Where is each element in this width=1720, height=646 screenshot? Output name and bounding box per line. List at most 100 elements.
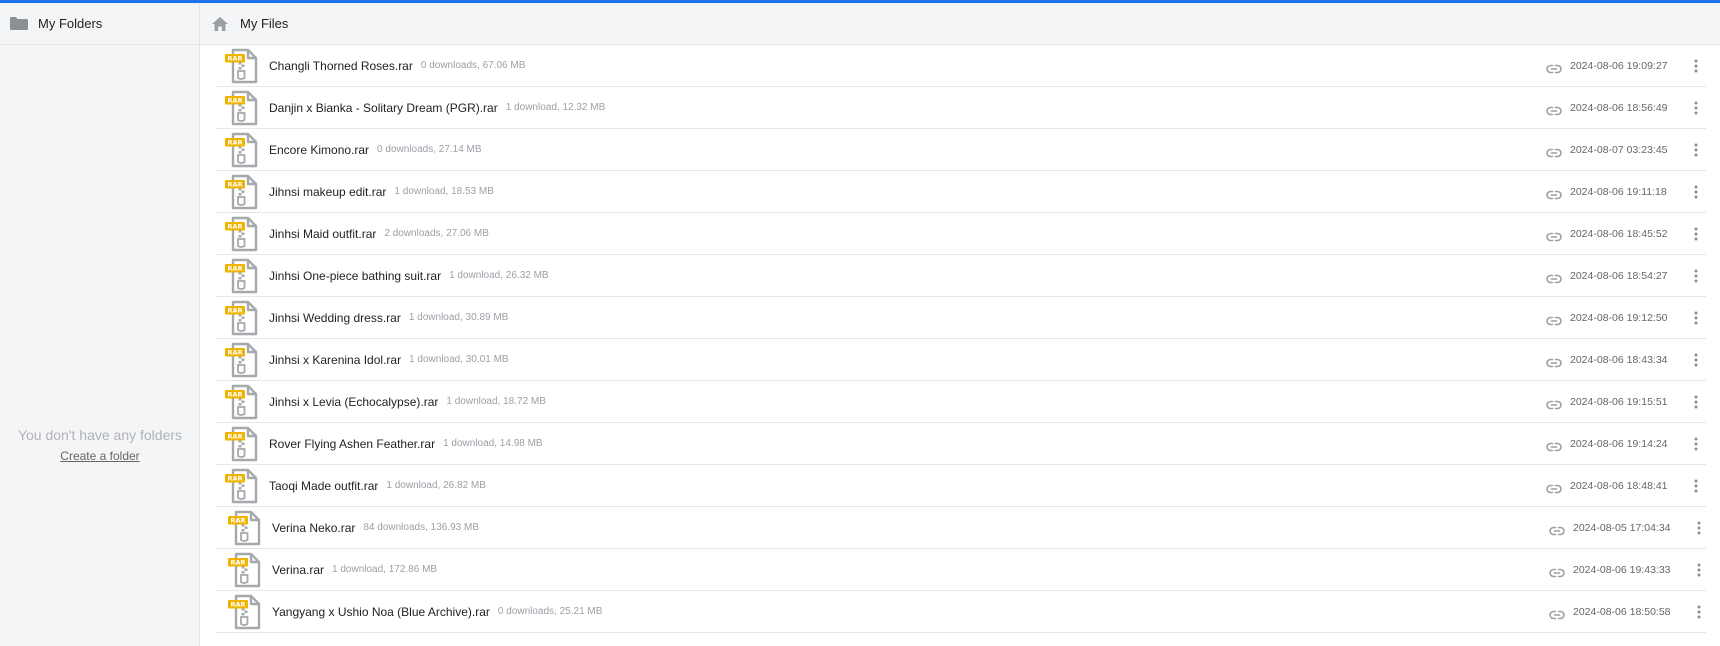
link-icon[interactable] <box>1546 313 1562 326</box>
more-vertical-icon[interactable] <box>1688 394 1704 410</box>
file-meta: 1 download, 30.01 MB <box>409 354 509 365</box>
home-icon[interactable] <box>212 16 228 31</box>
file-row[interactable]: RAR Jihnsi makeup edit.rar 1 download, 18.… <box>216 171 1706 213</box>
folders-sidebar: My Folders You don't have any folders Cr… <box>0 3 200 646</box>
file-row[interactable]: RAR Jinhsi x Karenina Idol.rar 1 download,… <box>216 339 1706 381</box>
file-name[interactable]: Encore Kimono.rar <box>269 143 369 157</box>
link-icon[interactable] <box>1546 145 1562 158</box>
file-meta: 1 download, 18.53 MB <box>394 186 494 197</box>
rar-file-icon: RAR <box>225 258 259 294</box>
rar-file-icon: RAR <box>225 90 259 126</box>
breadcrumb-title[interactable]: My Files <box>240 16 288 31</box>
file-name[interactable]: Jinhsi Wedding dress.rar <box>269 311 401 325</box>
more-vertical-icon[interactable] <box>1688 58 1704 74</box>
create-folder-link[interactable]: Create a folder <box>60 449 139 463</box>
svg-text:RAR: RAR <box>227 390 242 398</box>
file-meta: 84 downloads, 136.93 MB <box>363 522 480 533</box>
file-row[interactable]: RAR Taoqi Made outfit.rar 1 download, 26.8… <box>216 465 1706 507</box>
file-row[interactable]: RAR Changli Thorned Roses.rar 0 downloads,… <box>216 45 1706 87</box>
file-name[interactable]: Jihnsi makeup edit.rar <box>269 185 386 199</box>
link-icon[interactable] <box>1549 565 1565 578</box>
file-actions: 2024-08-06 19:11:18 <box>1546 171 1706 213</box>
file-meta: 1 download, 26.82 MB <box>386 480 486 491</box>
file-row[interactable]: RAR Jinhsi Maid outfit.rar 2 downloads, 27… <box>216 213 1706 255</box>
link-icon[interactable] <box>1546 481 1562 494</box>
more-vertical-icon[interactable] <box>1688 226 1704 242</box>
file-date: 2024-08-06 19:15:51 <box>1570 396 1668 408</box>
file-date: 2024-08-06 19:12:50 <box>1570 312 1668 324</box>
svg-text:RAR: RAR <box>230 516 245 524</box>
link-icon[interactable] <box>1546 103 1562 116</box>
file-name[interactable]: Jinhsi One-piece bathing suit.rar <box>269 269 441 283</box>
svg-text:RAR: RAR <box>230 558 245 566</box>
file-name[interactable]: Jinhsi x Levia (Echocalypse).rar <box>269 395 438 409</box>
rar-file-icon: RAR <box>225 132 259 168</box>
svg-text:RAR: RAR <box>227 474 242 482</box>
rar-file-icon: RAR <box>228 552 262 588</box>
more-vertical-icon[interactable] <box>1688 436 1704 452</box>
more-vertical-icon[interactable] <box>1688 184 1704 200</box>
more-vertical-icon[interactable] <box>1688 100 1704 116</box>
file-date: 2024-08-07 03:23:45 <box>1570 144 1668 156</box>
more-vertical-icon[interactable] <box>1688 268 1704 284</box>
file-row[interactable]: RAR Danjin x Bianka - Solitary Dream (PGR… <box>216 87 1706 129</box>
file-actions: 2024-08-06 18:45:52 <box>1546 213 1706 255</box>
file-name[interactable]: Verina.rar <box>272 563 324 577</box>
file-actions: 2024-08-06 18:43:34 <box>1546 339 1706 381</box>
more-vertical-icon[interactable] <box>1691 604 1707 620</box>
link-icon[interactable] <box>1549 607 1565 620</box>
file-actions: 2024-08-06 18:54:27 <box>1546 255 1706 297</box>
file-name[interactable]: Jinhsi Maid outfit.rar <box>269 227 376 241</box>
link-icon[interactable] <box>1546 397 1562 410</box>
rar-file-icon: RAR <box>225 342 259 378</box>
link-icon[interactable] <box>1546 271 1562 284</box>
file-meta: 1 download, 12.32 MB <box>505 102 606 113</box>
file-name[interactable]: Taoqi Made outfit.rar <box>269 479 378 493</box>
file-name[interactable]: Jinhsi x Karenina Idol.rar <box>269 353 401 367</box>
file-row[interactable]: RAR Jinhsi One-piece bathing suit.rar 1 do… <box>216 255 1706 297</box>
file-date: 2024-08-06 18:45:52 <box>1570 228 1668 240</box>
link-icon[interactable] <box>1546 61 1562 74</box>
file-row[interactable]: RAR Rover Flying Ashen Feather.rar 1 downl… <box>216 423 1706 465</box>
file-row[interactable]: RAR Jinhsi x Levia (Echocalypse).rar 1 dow… <box>216 381 1706 423</box>
file-row[interactable]: RAR Verina Neko.rar 84 downloads, 136.93 M… <box>216 507 1706 549</box>
more-vertical-icon[interactable] <box>1691 520 1707 536</box>
more-vertical-icon[interactable] <box>1688 352 1704 368</box>
file-actions: 2024-08-06 18:56:49 <box>1546 87 1706 129</box>
file-name[interactable]: Changli Thorned Roses.rar <box>269 59 413 73</box>
file-date: 2024-08-06 18:50:58 <box>1573 606 1671 618</box>
more-vertical-icon[interactable] <box>1688 142 1704 158</box>
more-vertical-icon[interactable] <box>1691 562 1707 578</box>
file-name[interactable]: Rover Flying Ashen Feather.rar <box>269 437 435 451</box>
file-name[interactable]: Danjin x Bianka - Solitary Dream (PGR).r… <box>269 101 498 115</box>
link-icon[interactable] <box>1546 229 1562 242</box>
file-row[interactable]: RAR Verina.rar 1 download, 172.86 MB 2024-0… <box>216 549 1706 591</box>
file-meta: 1 download, 26.32 MB <box>449 270 549 281</box>
svg-text:RAR: RAR <box>227 222 242 230</box>
more-vertical-icon[interactable] <box>1688 478 1704 494</box>
rar-file-icon: RAR <box>225 384 259 420</box>
file-date: 2024-08-06 19:14:24 <box>1570 438 1668 450</box>
file-row[interactable]: RAR Jinhsi Wedding dress.rar 1 download, 3… <box>216 297 1706 339</box>
svg-text:RAR: RAR <box>230 600 245 608</box>
file-row[interactable]: RAR Encore Kimono.rar 0 downloads, 27.14 M… <box>216 129 1706 171</box>
svg-text:RAR: RAR <box>227 432 242 440</box>
link-icon[interactable] <box>1549 523 1565 536</box>
link-icon[interactable] <box>1546 355 1562 368</box>
file-meta: 2 downloads, 27.06 MB <box>384 228 489 239</box>
file-row[interactable]: RAR Yangyang x Ushio Noa (Blue Archive).r… <box>216 591 1706 633</box>
file-meta: 0 downloads, 25.21 MB <box>497 606 603 617</box>
file-name[interactable]: Yangyang x Ushio Noa (Blue Archive).rar <box>272 605 490 619</box>
file-actions: 2024-08-06 18:48:41 <box>1546 465 1706 507</box>
rar-file-icon: RAR <box>225 216 259 252</box>
more-vertical-icon[interactable] <box>1688 310 1704 326</box>
link-icon[interactable] <box>1546 439 1562 452</box>
empty-folders-state: You don't have any folders Create a fold… <box>0 427 200 465</box>
svg-text:RAR: RAR <box>227 54 242 62</box>
sidebar-header[interactable]: My Folders <box>0 3 199 45</box>
link-icon[interactable] <box>1546 187 1562 200</box>
rar-file-icon: RAR <box>225 468 259 504</box>
file-actions: 2024-08-06 19:15:51 <box>1546 381 1706 423</box>
file-name[interactable]: Verina Neko.rar <box>272 521 355 535</box>
folder-icon <box>10 17 28 30</box>
